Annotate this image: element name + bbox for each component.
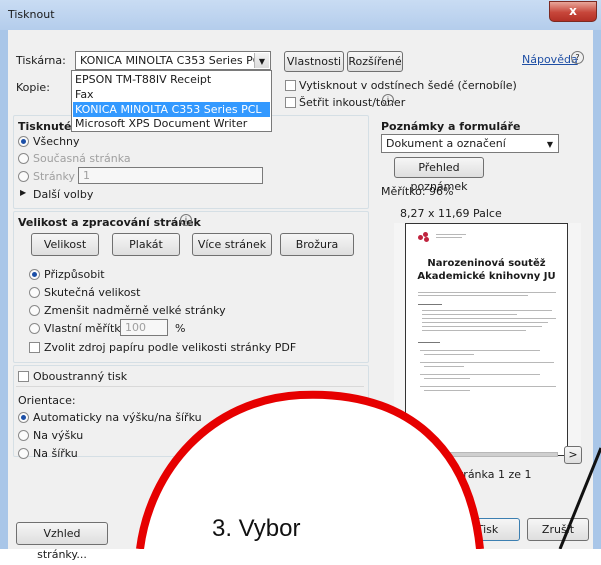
annotation-overlay bbox=[136, 390, 601, 549]
annotation-line bbox=[558, 447, 601, 549]
annotation-text: 3. Vybor bbox=[212, 515, 301, 542]
annotation-circle bbox=[136, 390, 484, 549]
